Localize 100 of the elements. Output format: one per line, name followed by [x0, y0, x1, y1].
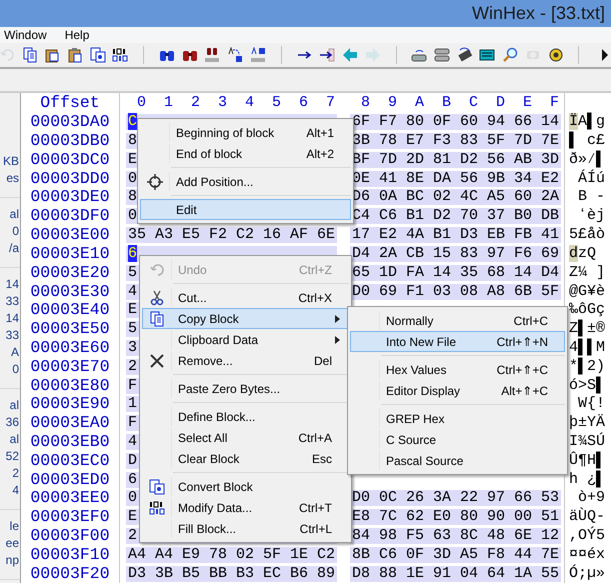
menu-item[interactable]: Hex Values Ctrl+⇑+C: [350, 359, 565, 380]
info-text: /a: [8, 240, 19, 257]
text-cell-text: B -: [577, 189, 606, 206]
menu-item[interactable]: Pascal Source: [350, 450, 565, 471]
hex-cell: FB: [514, 226, 532, 244]
hex-cell: 68: [487, 264, 506, 281]
text-cell-text: W{!: [577, 396, 606, 412]
hex-cell: 14: [514, 264, 532, 281]
menu-item[interactable]: GREP Hex: [350, 408, 565, 429]
menu-item[interactable]: Modify Data... Ctrl+T: [142, 497, 349, 518]
hex-cell: 3: [128, 338, 138, 356]
hex-cell: 0: [128, 170, 138, 187]
menu-bar-item[interactable]: Help: [64, 28, 90, 42]
hex-cell: 55: [541, 564, 560, 582]
offset-cell: 00003EE0: [30, 490, 110, 506]
info-text: 33: [6, 327, 19, 344]
text-cell: 4▌▌M: [569, 340, 606, 356]
hex-cell: 63: [433, 527, 452, 544]
hex-cell: 78: [379, 132, 398, 150]
offset-cell: 00003E40: [30, 302, 110, 318]
column-header: E: [522, 94, 533, 112]
text-cell: ¤¤éx: [569, 546, 606, 563]
info-text: es: [6, 170, 19, 187]
hex-cell: 35: [460, 264, 478, 281]
menu-item[interactable]: Copy Block: [142, 308, 349, 329]
menu-item[interactable]: Paste Zero Bytes...: [142, 378, 349, 399]
hex-cell: 80: [406, 113, 424, 130]
hex-cell: 8: [128, 132, 138, 150]
hex-cell: E2: [379, 226, 398, 244]
hex-cell: 0F: [406, 546, 424, 563]
hex-cell: CB: [406, 244, 424, 262]
hex-cell: 5F: [487, 132, 506, 150]
menu-item[interactable]: Remove... Del: [142, 350, 349, 371]
menu-item[interactable]: Define Block...: [142, 406, 349, 427]
hex-cell: 7E: [541, 546, 560, 563]
hex-cell: 41: [379, 170, 398, 187]
hex-cell: 91: [433, 564, 452, 582]
menu-item[interactable]: Convert Block: [142, 476, 349, 497]
hex-cell: F8: [487, 546, 506, 563]
hex-cell: F3: [433, 132, 452, 150]
hex-cell: 2D: [406, 150, 424, 168]
hex-cell: 6E: [514, 527, 532, 544]
hex-cell: 7D: [379, 150, 398, 168]
hex-cell: 44: [514, 546, 532, 563]
column-header: 1: [162, 94, 174, 112]
hex-cell: 51: [541, 508, 560, 526]
menu-bar-item[interactable]: Window: [4, 28, 47, 42]
hex-cell: EC: [263, 564, 282, 582]
hex-cell: 02: [236, 546, 254, 563]
info-text: 2: [12, 465, 19, 482]
column-header: 9: [386, 94, 398, 112]
offset-cell: 00003E50: [30, 321, 110, 338]
menu-item[interactable]: Edit: [140, 199, 351, 220]
hex-cell: D0: [352, 282, 370, 300]
column-header: 8: [360, 94, 371, 112]
hex-cell: 8C: [460, 527, 478, 544]
hex-cell: 98: [379, 527, 398, 544]
offset-cell: 00003E70: [30, 358, 110, 375]
hex-cell: F2: [209, 226, 228, 244]
info-text: A: [10, 344, 19, 361]
hex-cell: 0: [128, 489, 138, 506]
hex-cell: 14: [541, 113, 560, 130]
menu-item[interactable]: Select All Ctrl+A: [142, 427, 349, 448]
hex-cell: 3D: [541, 150, 560, 168]
menu-item[interactable]: Beginning of block Alt+1: [140, 122, 351, 143]
hex-cell: D0: [352, 489, 370, 506]
hex-cell: D3: [460, 226, 478, 244]
offset-cell: 00003DB0: [30, 133, 110, 150]
menu-item[interactable]: Clipboard Data: [142, 329, 349, 350]
info-text: ee: [6, 535, 19, 552]
menu-item[interactable]: End of block Alt+2: [140, 143, 351, 164]
menu-item[interactable]: Add Position...: [140, 171, 351, 192]
info-text: al: [10, 397, 19, 414]
text-cell: 5£åò: [569, 227, 606, 244]
hex-cell: 84: [352, 527, 370, 544]
hex-cell: 90: [487, 508, 506, 526]
hex-cell: C2: [317, 546, 336, 563]
menu-item[interactable]: Normally Ctrl+C: [350, 310, 565, 331]
menu-item[interactable]: Clear Block Esc: [142, 448, 349, 469]
menu-item[interactable]: Editor Display Alt+⇑+C: [350, 380, 565, 401]
column-header: 0: [136, 94, 147, 112]
hex-cell: E2: [541, 170, 560, 187]
column-header: 7: [324, 94, 336, 112]
hex-cell: 37: [487, 207, 506, 224]
menu-item[interactable]: Into New File Ctrl+⇑+N: [350, 331, 565, 352]
menu-item[interactable]: Fill Block... Ctrl+L: [142, 518, 349, 539]
hex-cell: 16: [263, 226, 282, 244]
offset-cell: 00003E80: [30, 378, 110, 394]
hex-cell: 03: [433, 282, 452, 300]
hex-cell: 69: [541, 244, 560, 262]
text-cell: äÙQ-: [569, 509, 606, 526]
hex-cell: A4: [128, 546, 146, 563]
menu-item[interactable]: Cut... Ctrl+X: [142, 287, 349, 308]
hex-cell: 4: [128, 282, 138, 300]
menu-item[interactable]: C Source: [350, 429, 565, 450]
info-text: 4: [12, 482, 19, 499]
info-text: al: [10, 206, 19, 223]
hex-cell: C6: [379, 546, 398, 563]
column-header: C: [468, 94, 479, 112]
hex-cell: E: [128, 508, 138, 526]
